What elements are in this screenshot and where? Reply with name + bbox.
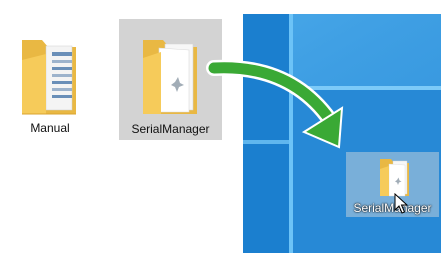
drag-arrow-icon xyxy=(206,59,344,149)
tutorial-scene: Manual SerialManager SerialManager xyxy=(0,0,441,253)
mouse-pointer-icon xyxy=(394,193,408,214)
